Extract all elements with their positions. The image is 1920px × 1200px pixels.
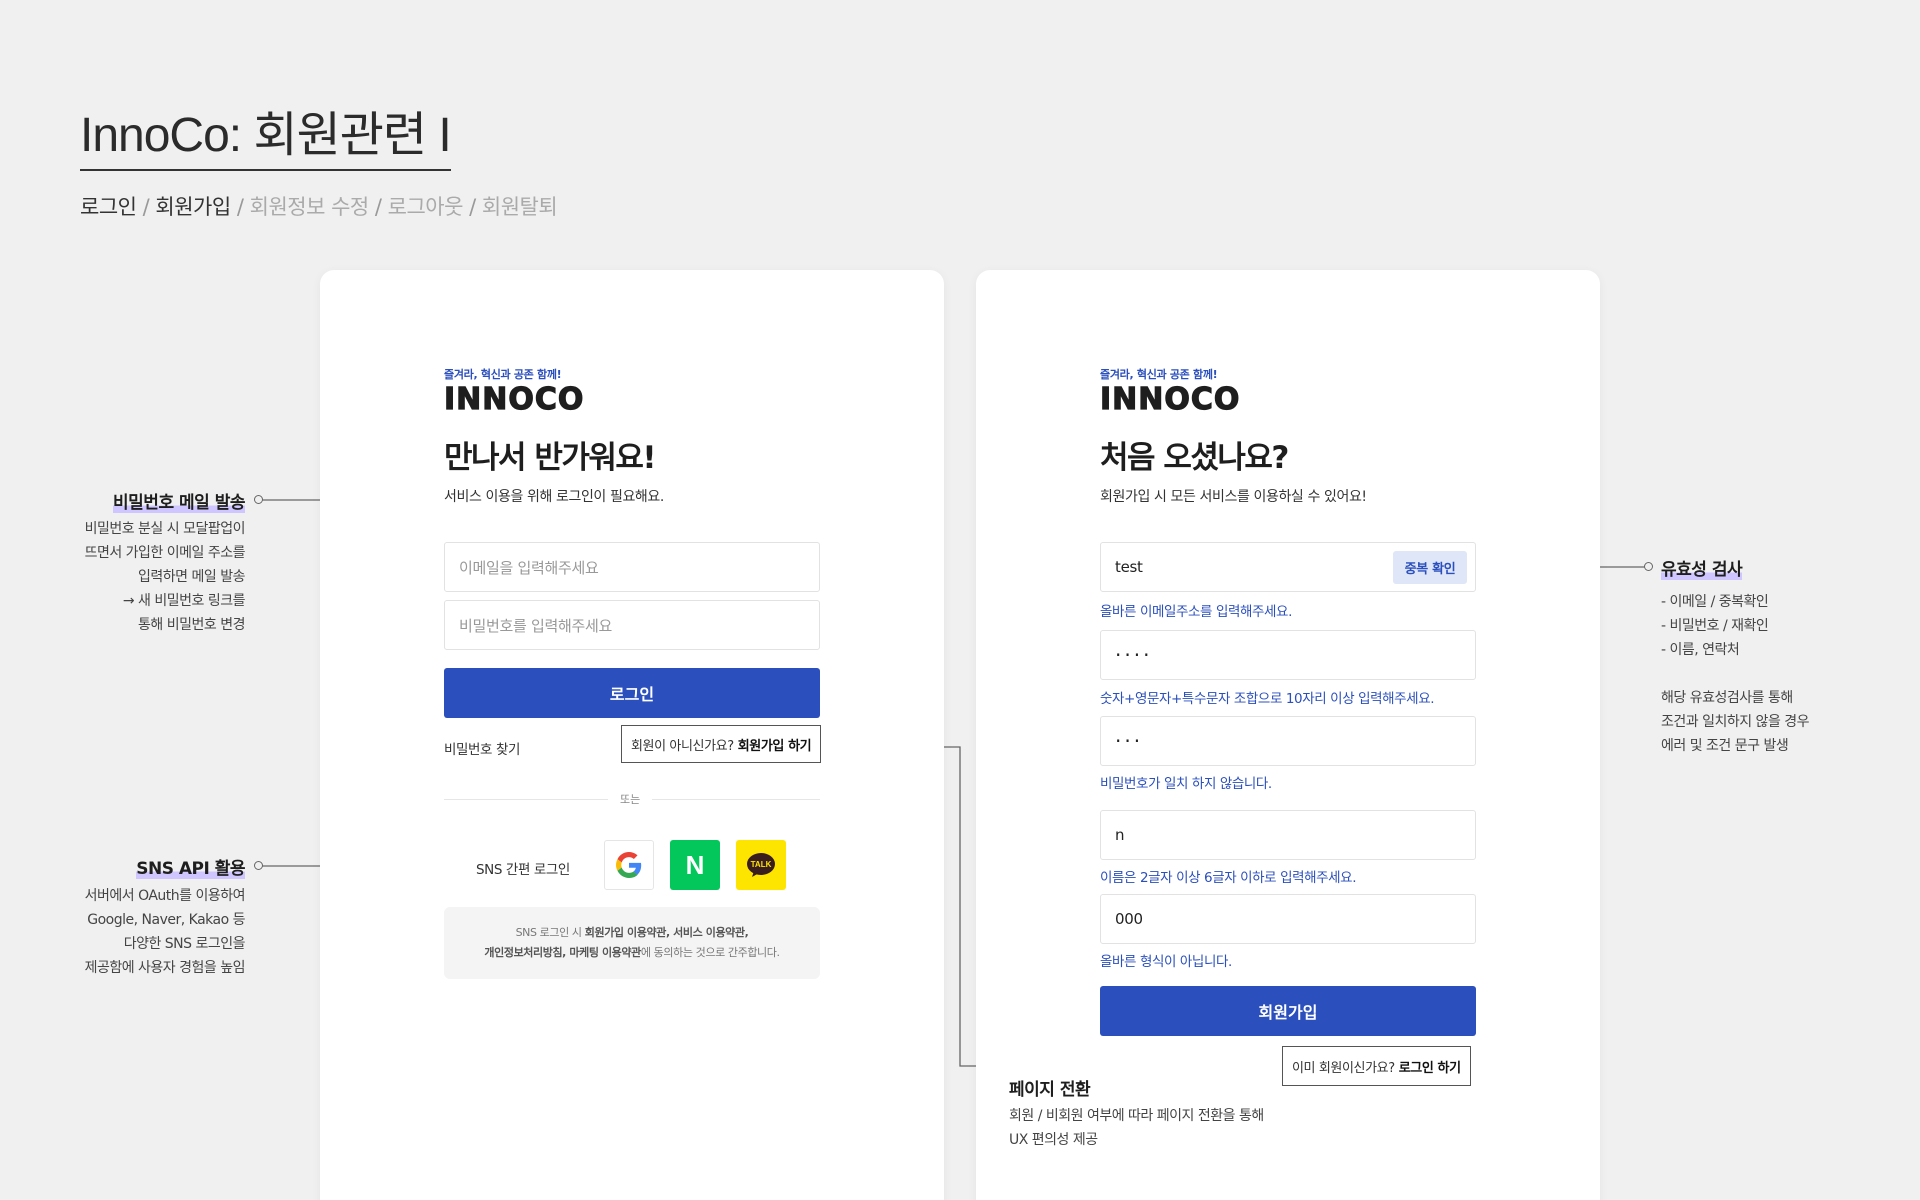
annotation-line: → 새 비밀번호 링크를 xyxy=(122,593,246,609)
breadcrumb: 로그인 / 회원가입 / 회원정보 수정 / 로그아웃 / 회원탈퇴 xyxy=(80,191,558,221)
sns-login-label: SNS 간편 로그인 xyxy=(476,862,570,878)
annotation-line: 통해 비밀번호 변경 xyxy=(138,617,245,633)
login-heading: 만나서 반가워요! xyxy=(444,440,657,476)
signup-prompt: 회원이 아니신가요? xyxy=(631,738,734,754)
duplicate-check-button[interactable]: 중복 확인 xyxy=(1393,551,1467,584)
annotation-line: 다양한 SNS 로그인을 xyxy=(123,936,246,952)
phone-hint: 올바른 형식이 아닙니다. xyxy=(1100,954,1232,970)
signup-button[interactable]: 회원가입 xyxy=(1100,986,1476,1036)
breadcrumb-separator: / xyxy=(136,195,156,219)
terms-line-1: SNS 로그인 시 회원가입 이용약관, 서비스 이용약관, xyxy=(444,923,820,943)
email-input[interactable]: 이메일을 입력해주세요 xyxy=(444,542,820,592)
signup-email-input[interactable]: test 중복 확인 xyxy=(1100,542,1476,592)
login-subheading: 서비스 이용을 위해 로그인이 필요해요. xyxy=(444,489,664,505)
breadcrumb-separator: / xyxy=(462,195,482,219)
breadcrumb-separator: / xyxy=(230,195,250,219)
brand-slogan: 즐겨라, 혁신과 공존 함께! xyxy=(1100,368,1218,381)
annotation-page-switch-title: 페이지 전환 xyxy=(1009,1080,1091,1100)
connector-dot xyxy=(254,495,263,504)
password-confirm-hint: 비밀번호가 일치 하지 않습니다. xyxy=(1100,776,1272,792)
breadcrumb-edit-profile[interactable]: 회원정보 수정 xyxy=(250,195,370,219)
google-login-button[interactable] xyxy=(604,840,654,890)
login-card: 즐겨라, 혁신과 공존 함께! INNOCO 만나서 반가워요! 서비스 이용을… xyxy=(320,270,944,1200)
annotation-sns-api-title: SNS API 활용 xyxy=(136,854,245,879)
annotation-password-mail-title: 비밀번호 메일 발송 xyxy=(113,488,245,513)
email-hint: 올바른 이메일주소를 입력해주세요. xyxy=(1100,604,1292,620)
annotation-line: 회원 / 비회원 여부에 따라 페이지 전환을 통해 xyxy=(1009,1108,1264,1124)
connector-dot xyxy=(254,861,263,870)
login-prompt: 이미 회원이신가요? xyxy=(1292,1060,1395,1076)
connector-dot xyxy=(1644,562,1653,571)
signup-subheading: 회원가입 시 모든 서비스를 이용하실 수 있어요! xyxy=(1100,489,1367,505)
signup-password-input[interactable]: ···· xyxy=(1100,630,1476,680)
divider-text: 또는 xyxy=(608,791,653,807)
annotation-password-mail-body: 비밀번호 분실 시 모달팝업이 뜨면서 가입한 이메일 주소를 입력하면 메일 … xyxy=(84,517,246,637)
annotation-validation-body: - 이메일 / 중복확인 - 비밀번호 / 재확인 - 이름, 연락처 해당 유… xyxy=(1661,590,1810,758)
annotation-line: - 이메일 / 중복확인 xyxy=(1661,594,1769,610)
password-input[interactable]: 비밀번호를 입력해주세요 xyxy=(444,600,820,650)
annotation-line: UX 편의성 제공 xyxy=(1009,1132,1098,1148)
signup-name-input[interactable]: n xyxy=(1100,810,1476,860)
annotation-line: 비밀번호 분실 시 모달팝업이 xyxy=(84,521,246,537)
breadcrumb-withdraw[interactable]: 회원탈퇴 xyxy=(482,195,558,219)
signup-heading: 처음 오셨나요? xyxy=(1100,440,1289,476)
annotation-line: - 비밀번호 / 재확인 xyxy=(1661,618,1769,634)
annotation-line: 제공함에 사용자 경험을 높임 xyxy=(84,960,246,976)
kakao-talk-icon: TALK xyxy=(747,853,775,877)
signup-password-confirm-input[interactable]: ··· xyxy=(1100,716,1476,766)
terms-suffix: 에 동의하는 것으로 간주합니다. xyxy=(640,946,780,959)
login-button[interactable]: 로그인 xyxy=(444,668,820,718)
naver-login-button[interactable]: N xyxy=(670,840,720,890)
kakao-login-button[interactable]: TALK xyxy=(736,840,786,890)
terms-bold-1[interactable]: 회원가입 이용약관, 서비스 이용약관, xyxy=(585,926,749,939)
annotation-validation-title-text: 유효성 검사 xyxy=(1661,560,1743,580)
annotation-sns-api-body: 서버에서 OAuth를 이용하여 Google, Naver, Kakao 등 … xyxy=(84,884,246,980)
annotation-line: 조건과 일치하지 않을 경우 xyxy=(1661,714,1810,730)
annotation-line: Google, Naver, Kakao 등 xyxy=(87,912,245,928)
page-title: InnoCo: 회원관련 I xyxy=(80,95,452,171)
sns-terms-notice: SNS 로그인 시 회원가입 이용약관, 서비스 이용약관, 개인정보처리방침,… xyxy=(444,907,820,979)
breadcrumb-separator: / xyxy=(368,195,388,219)
annotation-page-switch-body: 회원 / 비회원 여부에 따라 페이지 전환을 통해 UX 편의성 제공 xyxy=(1009,1104,1264,1152)
password-hint: 숫자+영문자+특수문자 조합으로 10자리 이상 입력해주세요. xyxy=(1100,691,1435,707)
annotation-validation-title: 유효성 검사 xyxy=(1661,555,1743,580)
innoco-logo: INNOCO xyxy=(443,381,585,417)
signup-link[interactable]: 회원가입 하기 xyxy=(738,735,812,754)
annotation-spacer xyxy=(1661,662,1809,686)
name-hint: 이름은 2글자 이상 6글자 이하로 입력해주세요. xyxy=(1100,870,1357,886)
terms-bold-2[interactable]: 개인정보처리방침, 마케팅 이용약관 xyxy=(484,946,641,959)
terms-prefix: SNS 로그인 시 xyxy=(515,926,585,939)
annotation-password-mail-title-text: 비밀번호 메일 발송 xyxy=(113,493,245,513)
login-link[interactable]: 로그인 하기 xyxy=(1399,1057,1461,1076)
signup-phone-input[interactable]: 000 xyxy=(1100,894,1476,944)
annotation-sns-api-title-text: SNS API 활용 xyxy=(136,859,245,879)
breadcrumb-logout[interactable]: 로그아웃 xyxy=(388,195,464,219)
annotation-line: 해당 유효성검사를 통해 xyxy=(1661,690,1793,706)
naver-icon: N xyxy=(685,849,705,880)
innoco-logo: INNOCO xyxy=(1099,381,1241,417)
login-link-box[interactable]: 이미 회원이신가요? 로그인 하기 xyxy=(1282,1046,1471,1086)
kakao-talk-text: TALK xyxy=(751,860,772,869)
signup-email-value: test xyxy=(1115,558,1143,576)
google-icon xyxy=(616,852,642,878)
brand-slogan: 즐겨라, 혁신과 공존 함께! xyxy=(444,368,562,381)
annotation-line: - 이름, 연락처 xyxy=(1661,642,1740,658)
annotation-line: 서버에서 OAuth를 이용하여 xyxy=(84,888,246,904)
annotation-line: 에러 및 조건 문구 발생 xyxy=(1661,738,1789,754)
terms-line-2: 개인정보처리방침, 마케팅 이용약관에 동의하는 것으로 간주합니다. xyxy=(444,943,820,963)
page-header: InnoCo: 회원관련 I 로그인 / 회원가입 / 회원정보 수정 / 로그… xyxy=(80,95,558,221)
breadcrumb-login[interactable]: 로그인 xyxy=(80,195,137,219)
find-password-link[interactable]: 비밀번호 찾기 xyxy=(444,738,520,758)
breadcrumb-signup[interactable]: 회원가입 xyxy=(155,195,231,219)
signup-link-box[interactable]: 회원이 아니신가요? 회원가입 하기 xyxy=(621,725,822,763)
annotation-line: 뜨면서 가입한 이메일 주소를 xyxy=(84,545,246,561)
annotation-line: 입력하면 메일 발송 xyxy=(138,569,245,585)
